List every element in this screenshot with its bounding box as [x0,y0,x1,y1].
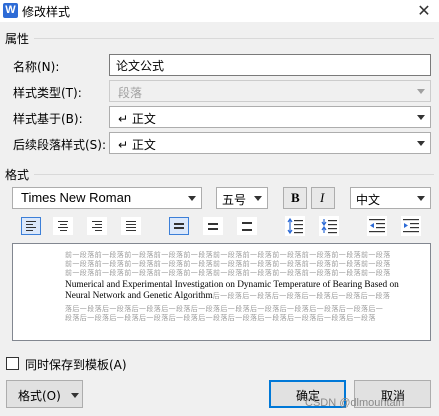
close-icon[interactable]: ✕ [414,1,434,20]
single-spacing-icon [174,223,184,231]
chevron-down-icon [417,115,425,120]
double-spacing-icon [242,222,252,231]
justify-icon [126,221,136,231]
based-on-select[interactable]: ↵ 正文 [109,106,431,128]
justify-button[interactable] [121,217,141,235]
style-name-input[interactable] [109,54,431,76]
name-label: 名称(N): [13,60,60,74]
wps-writer-icon: W [3,3,18,18]
next-paragraph-select[interactable]: ↵ 正文 [109,132,431,154]
preview-sample-text: Neural Network and Genetic Algorithm后一段落… [65,291,390,301]
window-title: 修改样式 [22,5,71,19]
chevron-down-icon [417,141,425,146]
increase-indent-icon [403,219,419,233]
align-left-button[interactable] [21,217,41,235]
font-family-value: Times New Roman [21,190,132,205]
single-spacing-button[interactable] [169,217,189,235]
decrease-paragraph-spacing-button[interactable] [319,216,339,236]
style-type-label: 样式类型(T): [13,86,82,100]
italic-button[interactable]: I [311,187,335,209]
align-center-icon [58,221,68,231]
watermark-text: CSDN @dlmountain [305,397,405,409]
language-select[interactable]: 中文 [350,187,431,209]
next-paragraph-value: ↵ 正文 [118,138,156,152]
decrease-indent-icon [369,219,385,233]
increase-paragraph-spacing-button[interactable] [285,216,305,236]
chevron-down-icon [254,196,262,201]
font-size-select[interactable]: 五号 [216,187,268,209]
format-menu-label: 格式(O) [18,389,61,403]
align-right-button[interactable] [87,217,107,235]
one-half-spacing-button[interactable] [203,217,223,235]
decrease-indent-button[interactable] [367,216,387,236]
based-on-value: ↵ 正文 [118,112,156,126]
chevron-down-icon [71,393,79,398]
section-divider [34,174,434,175]
chevron-down-icon [188,196,196,201]
preview-next-paragraph: 段落后一段落后一段落后一段落后一段落后一段落后一段落后一段落后一段落后一段落后一… [65,314,376,322]
preview-next-paragraph: 后一段落后一段落后一段落后一段落后一段落后一段落 [212,292,391,300]
chevron-down-icon [417,196,425,201]
decrease-spacing-icon [321,219,337,234]
align-center-button[interactable] [53,217,73,235]
align-right-icon [92,221,102,231]
section-divider [34,38,434,39]
one-half-spacing-icon [208,223,218,231]
save-to-template-label: 同时保存到模板(A) [25,358,127,372]
style-preview: 前一段落前一段落前一段落前一段落前一段落前一段落前一段落前一段落前一段落前一段落… [12,243,431,341]
bold-button[interactable]: B [283,187,307,209]
italic-icon: I [320,190,325,205]
based-on-label: 样式基于(B): [13,112,83,126]
align-left-icon [26,221,36,231]
save-to-template-checkbox[interactable] [6,357,19,370]
section-properties-label: 属性 [5,32,30,46]
language-value: 中文 [356,193,381,207]
increase-indent-button[interactable] [401,216,421,236]
preview-sample-text: Numerical and Experimental Investigation… [65,280,399,290]
style-type-value: 段落 [118,86,143,100]
bold-icon: B [291,190,300,205]
increase-spacing-icon [287,217,303,235]
title-bar: W 修改样式 ✕ [0,0,439,22]
preview-prev-paragraph: 前一段落前一段落前一段落前一段落前一段落前一段落前一段落前一段落前一段落前一段落… [65,269,391,277]
next-paragraph-label: 后续段落样式(S): [13,138,107,152]
double-spacing-button[interactable] [237,217,257,235]
section-format-label: 格式 [5,168,30,182]
font-size-value: 五号 [222,193,247,207]
preview-sample-line: Neural Network and Genetic Algorithm [65,291,213,301]
format-menu-button[interactable]: 格式(O) [6,380,83,408]
style-type-select[interactable]: 段落 [109,80,431,102]
chevron-down-icon [417,89,425,94]
font-family-select[interactable]: Times New Roman [12,187,202,209]
